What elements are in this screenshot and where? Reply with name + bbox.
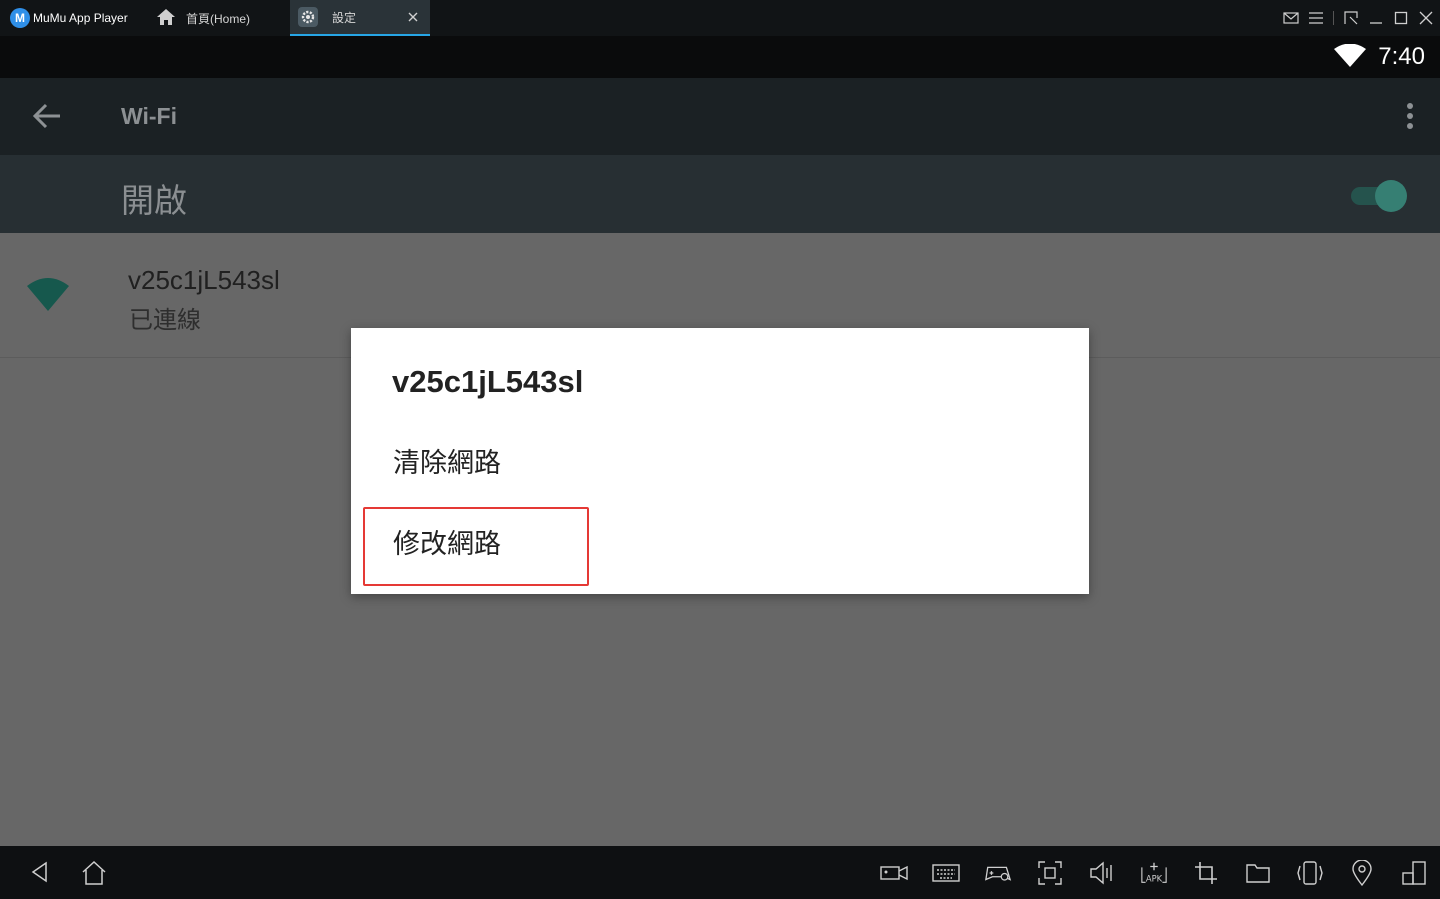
home-icon bbox=[156, 8, 176, 29]
emulator-title-bar: M MuMu App Player 首頁(Home) 設定 bbox=[0, 0, 1440, 36]
record-video-icon[interactable] bbox=[880, 860, 908, 886]
settings-app-bar: Wi-Fi bbox=[0, 78, 1440, 155]
mumu-logo-icon: M bbox=[10, 8, 30, 28]
toggle-thumb bbox=[1375, 180, 1407, 212]
svg-text:APK: APK bbox=[1146, 873, 1163, 883]
close-tab-icon[interactable] bbox=[406, 10, 420, 24]
wifi-signal-icon bbox=[1334, 43, 1366, 73]
tab-settings-label: 設定 bbox=[332, 10, 357, 25]
network-status: 已連線 bbox=[129, 307, 201, 334]
maximize-icon[interactable] bbox=[1393, 10, 1409, 26]
tab-home-label: 首頁(Home) bbox=[186, 11, 251, 26]
location-icon[interactable] bbox=[1348, 860, 1376, 886]
window-controls bbox=[1283, 0, 1434, 36]
forget-network-option[interactable]: 清除網路 bbox=[393, 441, 501, 480]
screenshot-icon[interactable] bbox=[1036, 860, 1064, 886]
back-arrow-icon[interactable] bbox=[32, 102, 62, 135]
minimize-icon[interactable] bbox=[1368, 10, 1384, 26]
mail-icon[interactable] bbox=[1283, 10, 1299, 26]
multi-window-icon[interactable] bbox=[1400, 860, 1428, 886]
more-options-icon[interactable] bbox=[1406, 102, 1414, 137]
tab-settings[interactable]: 設定 bbox=[290, 0, 430, 36]
shake-rotate-icon[interactable] bbox=[1296, 860, 1324, 886]
wifi-master-switch-bar[interactable]: 開啟 bbox=[0, 155, 1440, 233]
dialog-title: v25c1jL543sl bbox=[392, 364, 584, 399]
app-name: MuMu App Player bbox=[33, 11, 128, 25]
android-back-icon[interactable] bbox=[30, 860, 50, 889]
network-ssid: v25c1jL543sl bbox=[128, 265, 280, 295]
tab-home[interactable]: 首頁(Home) bbox=[152, 0, 288, 36]
network-options-dialog: v25c1jL543sl 清除網路 修改網路 bbox=[351, 328, 1089, 594]
app-brand: M MuMu App Player bbox=[10, 0, 128, 36]
gamepad-icon[interactable] bbox=[984, 860, 1012, 886]
install-apk-icon[interactable]: APK bbox=[1140, 860, 1168, 886]
gear-icon bbox=[298, 7, 318, 27]
close-window-icon[interactable] bbox=[1418, 10, 1434, 26]
volume-icon[interactable] bbox=[1088, 860, 1116, 886]
android-home-icon[interactable] bbox=[81, 860, 107, 891]
android-status-bar: 7:40 bbox=[0, 36, 1440, 78]
divider bbox=[1333, 11, 1334, 25]
keyboard-icon[interactable] bbox=[932, 860, 960, 886]
wifi-toggle-switch[interactable] bbox=[1351, 179, 1407, 212]
menu-icon[interactable] bbox=[1308, 10, 1324, 26]
wifi-switch-label: 開啟 bbox=[121, 182, 187, 219]
pin-window-icon[interactable] bbox=[1343, 10, 1359, 26]
emulator-bottom-toolbar: APK bbox=[0, 846, 1440, 899]
page-title: Wi-Fi bbox=[121, 103, 177, 129]
crop-icon[interactable] bbox=[1192, 860, 1220, 886]
annotation-highlight-box bbox=[363, 507, 589, 586]
wifi-network-signal-icon bbox=[27, 277, 69, 316]
status-clock: 7:40 bbox=[1378, 43, 1425, 70]
folder-icon[interactable] bbox=[1244, 860, 1272, 886]
